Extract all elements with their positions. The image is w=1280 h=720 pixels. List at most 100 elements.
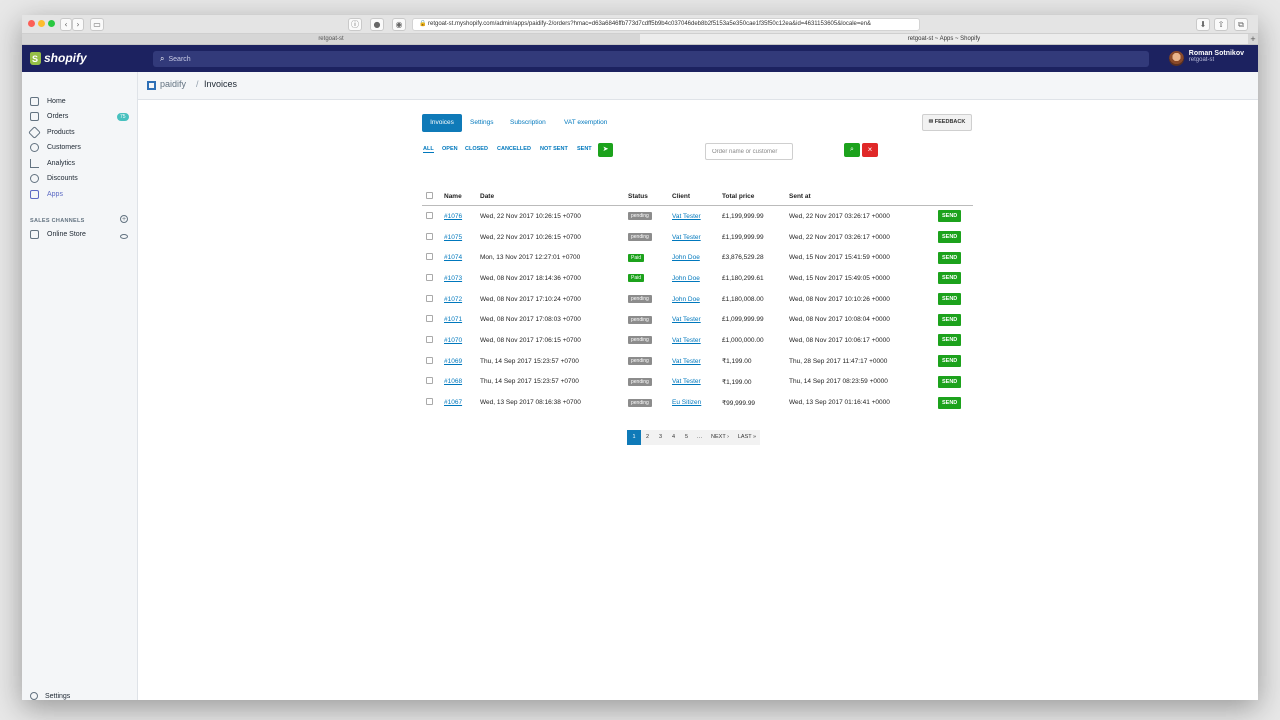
client-link[interactable]: Vat Tester <box>672 337 701 344</box>
order-link[interactable]: #1071 <box>444 316 462 323</box>
order-link[interactable]: #1074 <box>444 254 462 261</box>
row-checkbox[interactable] <box>426 356 433 364</box>
back-button[interactable]: ‹ <box>60 18 72 31</box>
col-status[interactable]: Status <box>628 188 672 206</box>
invoices-body: #1076 Wed, 22 Nov 2017 10:26:15 +0700 pend… <box>422 206 973 413</box>
select-all-checkbox[interactable] <box>426 192 433 199</box>
send-button[interactable]: SEND <box>938 251 962 264</box>
new-tab-button[interactable]: + <box>1248 34 1258 44</box>
order-link[interactable]: #1075 <box>444 234 462 241</box>
row-checkbox[interactable] <box>426 335 433 343</box>
order-link[interactable]: #1076 <box>444 213 462 220</box>
client-link[interactable]: Vat Tester <box>672 358 701 365</box>
send-button[interactable]: SEND <box>938 355 962 368</box>
filter-closed[interactable]: CLOSED <box>465 146 488 152</box>
share-icon[interactable]: ⇧ <box>1214 18 1228 31</box>
sidebar-item-products[interactable]: Products <box>22 126 137 140</box>
send-button[interactable]: SEND <box>938 293 962 306</box>
shopify-logo[interactable]: shopify <box>30 51 87 67</box>
col-sent-at[interactable]: Sent at <box>789 188 937 206</box>
tab-subscription[interactable]: Subscription <box>510 114 546 132</box>
add-channel-icon[interactable]: + <box>120 215 128 223</box>
send-button[interactable]: SEND <box>938 396 962 409</box>
sidebar-toggle-icon[interactable]: ▭ <box>90 18 104 31</box>
client-link[interactable]: John Doe <box>672 254 700 261</box>
last-page[interactable]: LAST » <box>734 430 760 445</box>
tab-vat-exemption[interactable]: VAT exemption <box>564 114 607 132</box>
col-name[interactable]: Name <box>444 188 480 206</box>
send-button[interactable]: SEND <box>938 375 962 388</box>
feedback-button[interactable]: ✉ FEEDBACK <box>922 114 972 131</box>
search-button[interactable]: ⌕ <box>844 143 860 157</box>
col-total-price[interactable]: Total price <box>722 188 789 206</box>
send-all-button[interactable]: ➤ <box>598 143 613 157</box>
client-link[interactable]: Vat Tester <box>672 378 701 385</box>
page-3[interactable]: 3 <box>654 430 667 445</box>
page-1[interactable]: 1 <box>627 430 641 445</box>
sidebar-item-customers[interactable]: Customers <box>22 141 137 155</box>
minimize-window-button[interactable] <box>38 20 45 27</box>
tab-invoices[interactable]: Invoices <box>422 114 462 132</box>
tabs-overview-icon[interactable]: ⧉ <box>1234 18 1248 31</box>
search-bar[interactable]: ⌕ Search <box>153 51 1149 67</box>
info-icon[interactable]: ⓘ <box>348 18 362 31</box>
clear-button[interactable]: × <box>862 143 878 157</box>
eye-icon[interactable] <box>120 234 128 239</box>
sidebar-item-home[interactable]: Home <box>22 95 137 109</box>
send-button[interactable]: SEND <box>938 272 962 285</box>
send-button[interactable]: SEND <box>938 334 962 347</box>
sidebar-item-discounts[interactable]: Discounts <box>22 172 137 186</box>
user-menu[interactable]: Roman Sotnikov retgoat-st <box>1168 50 1244 68</box>
forward-button[interactable]: › <box>72 18 84 31</box>
send-button[interactable]: SEND <box>938 210 962 223</box>
filter-all[interactable]: ALL <box>423 146 434 153</box>
order-link[interactable]: #1070 <box>444 337 462 344</box>
client-link[interactable]: John Doe <box>672 275 700 282</box>
shield-icon[interactable]: ◉ <box>392 18 406 31</box>
order-link[interactable]: #1068 <box>444 378 462 385</box>
row-checkbox[interactable] <box>426 253 433 261</box>
row-checkbox[interactable] <box>426 315 433 323</box>
row-checkbox[interactable] <box>426 377 433 385</box>
client-link[interactable]: Eu Sitizen <box>672 399 701 406</box>
browser-tab-active[interactable]: retgoat-st ~ Apps ~ Shopify <box>640 34 1248 44</box>
tab-settings[interactable]: Settings <box>470 114 494 132</box>
row-checkbox[interactable] <box>426 232 433 240</box>
sidebar-item-analytics[interactable]: Analytics <box>22 157 137 171</box>
page-4[interactable]: 4 <box>667 430 680 445</box>
sidebar-item-apps[interactable]: Apps <box>22 188 137 202</box>
breadcrumb-app-link[interactable]: paidify <box>160 79 186 89</box>
order-link[interactable]: #1072 <box>444 296 462 303</box>
zoom-window-button[interactable] <box>48 20 55 27</box>
page-5[interactable]: 5 <box>680 430 693 445</box>
send-button[interactable]: SEND <box>938 231 962 244</box>
sidebar-item-orders[interactable]: Orders 75 <box>22 110 137 124</box>
row-checkbox[interactable] <box>426 294 433 302</box>
page-2[interactable]: 2 <box>641 430 654 445</box>
client-link[interactable]: Vat Tester <box>672 213 701 220</box>
order-link[interactable]: #1069 <box>444 358 462 365</box>
download-icon[interactable]: ⬇ <box>1196 18 1210 31</box>
filter-sent[interactable]: SENT <box>577 146 592 152</box>
search-input[interactable] <box>705 143 793 160</box>
row-checkbox[interactable] <box>426 273 433 281</box>
filter-open[interactable]: OPEN <box>442 146 458 152</box>
filter-cancelled[interactable]: CANCELLED <box>497 146 531 152</box>
row-checkbox[interactable] <box>426 398 433 406</box>
order-link[interactable]: #1073 <box>444 275 462 282</box>
client-link[interactable]: John Doe <box>672 296 700 303</box>
next-page[interactable]: NEXT › <box>706 430 734 445</box>
browser-tab-left[interactable]: retgoat-st <box>22 34 640 44</box>
order-link[interactable]: #1067 <box>444 399 462 406</box>
close-window-button[interactable] <box>28 20 35 27</box>
filter-not-sent[interactable]: NOT SENT <box>540 146 568 152</box>
row-checkbox[interactable] <box>426 211 433 219</box>
col-date[interactable]: Date <box>480 188 628 206</box>
client-link[interactable]: Vat Tester <box>672 234 701 241</box>
client-link[interactable]: Vat Tester <box>672 316 701 323</box>
sidebar-item-settings[interactable]: Settings <box>30 692 70 700</box>
extension-icon[interactable]: ● <box>370 18 384 31</box>
col-client[interactable]: Client <box>672 188 722 206</box>
address-bar[interactable]: 🔒 retgoat-st.myshopify.com/admin/apps/pai… <box>412 18 920 31</box>
send-button[interactable]: SEND <box>938 313 962 326</box>
